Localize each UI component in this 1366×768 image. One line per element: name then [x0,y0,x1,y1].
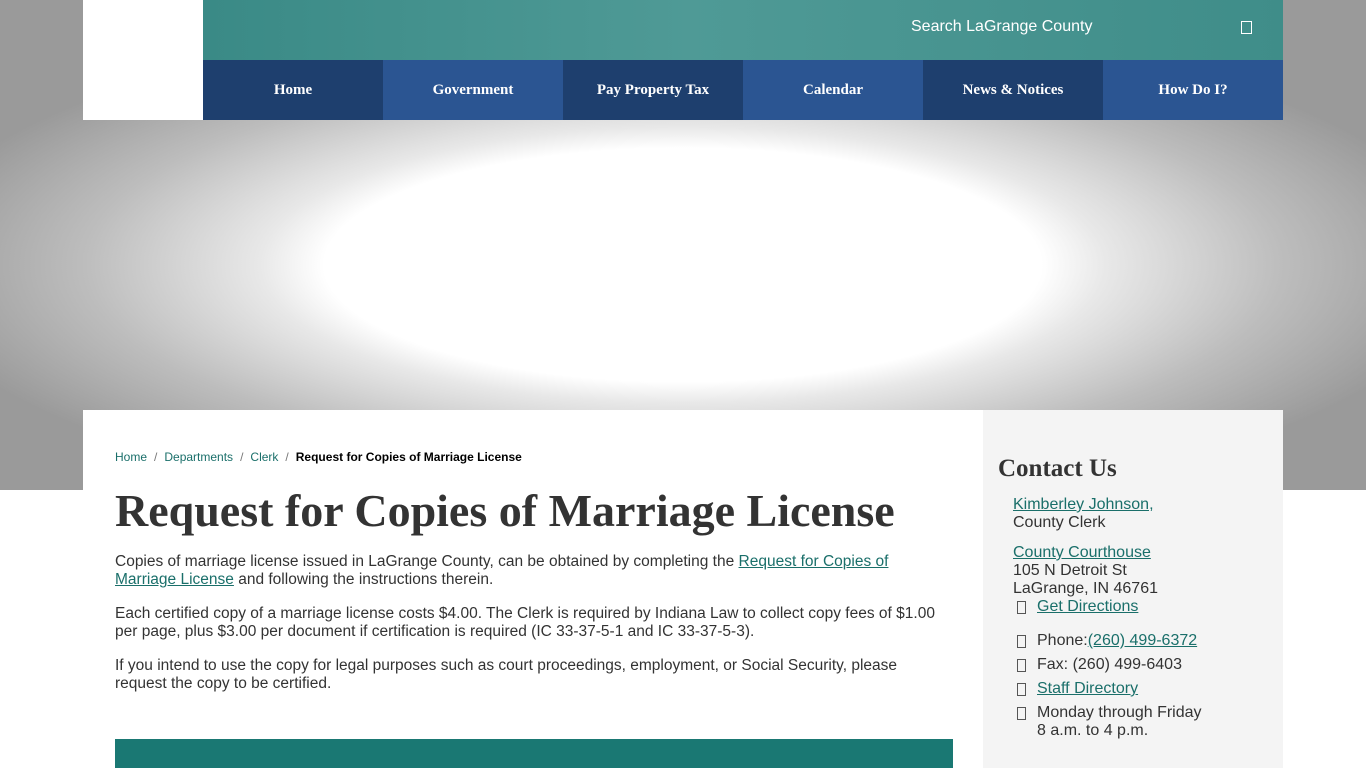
contact-name: Kimberley Johnson, [1013,496,1154,514]
location-link[interactable]: County Courthouse [1013,544,1151,561]
main-navigation: Home Government Pay Property Tax Calenda… [203,60,1283,120]
get-directions-link[interactable]: Get Directions [1037,598,1138,616]
nav-item-pay-property-tax[interactable]: Pay Property Tax [563,60,743,120]
clock-icon [1013,704,1037,722]
nav-item-calendar[interactable]: Calendar [743,60,923,120]
intro-text: Copies of marriage license issued in LaG… [115,553,739,570]
contact-name-link[interactable]: Kimberley Johnson, [1013,496,1154,513]
nav-item-home[interactable]: Home [203,60,383,120]
map-marker-icon [1013,598,1037,616]
breadcrumb-clerk[interactable]: Clerk [250,450,278,464]
fax-icon [1013,656,1037,674]
page-title: Request for Copies of Marriage License [115,485,895,536]
main-content: Home / Departments / Clerk / Request for… [83,410,983,768]
search-input[interactable]: Search LaGrange County [911,18,1092,36]
site-logo[interactable] [83,0,203,120]
nav-item-government[interactable]: Government [383,60,563,120]
directions-row: Get Directions [1013,598,1138,616]
intro-text-end: and following the instructions therein. [233,571,494,588]
breadcrumb-separator: / [240,450,244,464]
staff-directory-row: Staff Directory [1013,680,1138,698]
phone-label: Phone: [1037,632,1088,649]
breadcrumb-departments[interactable]: Departments [164,450,233,464]
info-banner [115,739,953,768]
hours-row: Monday through Friday [1013,704,1202,722]
breadcrumb-separator: / [285,450,289,464]
fee-paragraph: Each certified copy of a marriage licens… [115,605,935,640]
location: County Courthouse [1013,544,1151,562]
address-line1: 105 N Detroit St [1013,562,1127,579]
phone-link[interactable]: (260) 499-6372 [1088,632,1197,650]
intro-paragraph: Copies of marriage license issued in LaG… [115,553,935,589]
hours-line2: 8 a.m. to 4 p.m. [1037,722,1149,739]
phone-row: Phone: (260) 499-6372 [1013,632,1197,650]
phone-icon [1013,632,1037,650]
breadcrumb: Home / Departments / Clerk / Request for… [115,450,522,464]
contact-sidebar: Contact Us Kimberley Johnson, County Cle… [983,410,1283,768]
hours-line1: Monday through Friday [1037,704,1202,721]
directory-icon [1013,680,1037,698]
staff-directory-link[interactable]: Staff Directory [1037,680,1138,698]
breadcrumb-home[interactable]: Home [115,450,147,464]
fax-row: Fax: (260) 499-6403 [1013,656,1182,674]
contact-heading: Contact Us [998,455,1117,482]
address-line2: LaGrange, IN 46761 [1013,580,1158,597]
banner-text [493,761,501,768]
search-icon[interactable] [1241,21,1252,34]
top-search-bar: Search LaGrange County [203,0,1283,60]
contact-role: County Clerk [1013,514,1106,531]
fax-text: Fax: (260) 499-6403 [1037,656,1182,673]
nav-item-news-notices[interactable]: News & Notices [923,60,1103,120]
certification-paragraph: If you intend to use the copy for legal … [115,657,898,692]
breadcrumb-separator: / [154,450,158,464]
nav-item-how-do-i[interactable]: How Do I? [1103,60,1283,120]
breadcrumb-current: Request for Copies of Marriage License [295,450,522,464]
